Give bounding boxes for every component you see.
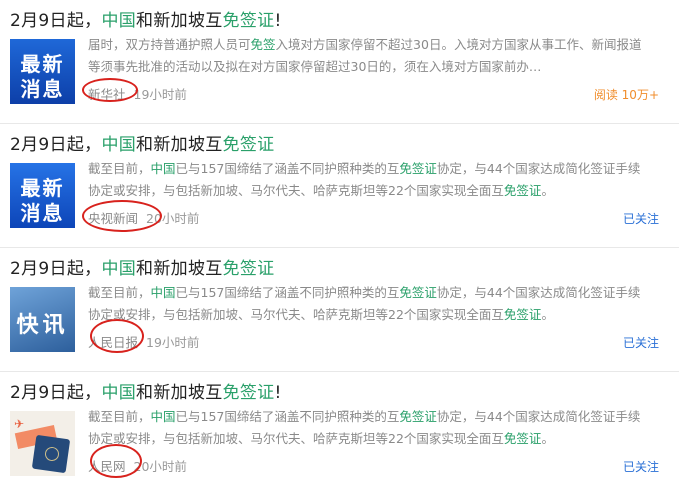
follow-button[interactable]: 已关注 <box>623 458 659 475</box>
news-list: 2月9日起，中国和新加坡互免签证! 最新 消息 届时，双方持普通护照人员可免签入… <box>0 0 679 496</box>
news-title[interactable]: 2月9日起，中国和新加坡互免签证 <box>10 254 274 279</box>
news-item[interactable]: 2月9日起，中国和新加坡互免签证! ✈ 截至目前，中国已与157国缔结了涵盖不同… <box>0 372 679 496</box>
news-item[interactable]: 2月9日起，中国和新加坡互免签证! 最新 消息 届时，双方持普通护照人员可免签入… <box>0 0 679 124</box>
news-title[interactable]: 2月9日起，中国和新加坡互免签证 <box>10 130 274 155</box>
follow-button[interactable]: 已关注 <box>623 334 659 351</box>
annotation-circle <box>82 78 138 102</box>
annotation-circle <box>82 200 162 232</box>
news-thumbnail[interactable]: 快讯 <box>10 287 75 352</box>
news-thumbnail[interactable]: ✈ <box>10 411 75 476</box>
follow-button[interactable]: 已关注 <box>623 210 659 227</box>
news-summary: 截至目前，中国已与157国缔结了涵盖不同护照种类的互免签证协定，与44个国家达成… <box>88 409 641 446</box>
news-time: 19小时前 <box>133 87 187 102</box>
airplane-icon: ✈ <box>14 417 25 431</box>
news-thumbnail[interactable]: 最新 消息 <box>10 163 75 228</box>
annotation-circle <box>90 319 144 353</box>
news-title[interactable]: 2月9日起，中国和新加坡互免签证! <box>10 6 282 31</box>
thumbnail-text: 消息 <box>20 201 65 225</box>
thumbnail-text: 快讯 <box>16 313 69 338</box>
news-summary: 截至目前，中国已与157国缔结了涵盖不同护照种类的互免签证协定，与44个国家达成… <box>88 161 641 198</box>
thumbnail-text: 消息 <box>20 77 65 101</box>
news-item[interactable]: 2月9日起，中国和新加坡互免签证 快讯 截至目前，中国已与157国缔结了涵盖不同… <box>0 248 679 372</box>
news-time: 19小时前 <box>146 335 200 350</box>
news-summary: 届时，双方持普通护照人员可免签入境对方国家停留不超过30日。入境对方国家从事工作… <box>88 37 642 74</box>
news-summary: 截至目前，中国已与157国缔结了涵盖不同护照种类的互免签证协定，与44个国家达成… <box>88 285 641 322</box>
news-title[interactable]: 2月9日起，中国和新加坡互免签证! <box>10 378 282 403</box>
news-thumbnail[interactable]: 最新 消息 <box>10 39 75 104</box>
news-item[interactable]: 2月9日起，中国和新加坡互免签证 最新 消息 截至目前，中国已与157国缔结了涵… <box>0 124 679 248</box>
read-count: 阅读 10万+ <box>593 88 659 102</box>
annotation-circle <box>90 444 142 478</box>
